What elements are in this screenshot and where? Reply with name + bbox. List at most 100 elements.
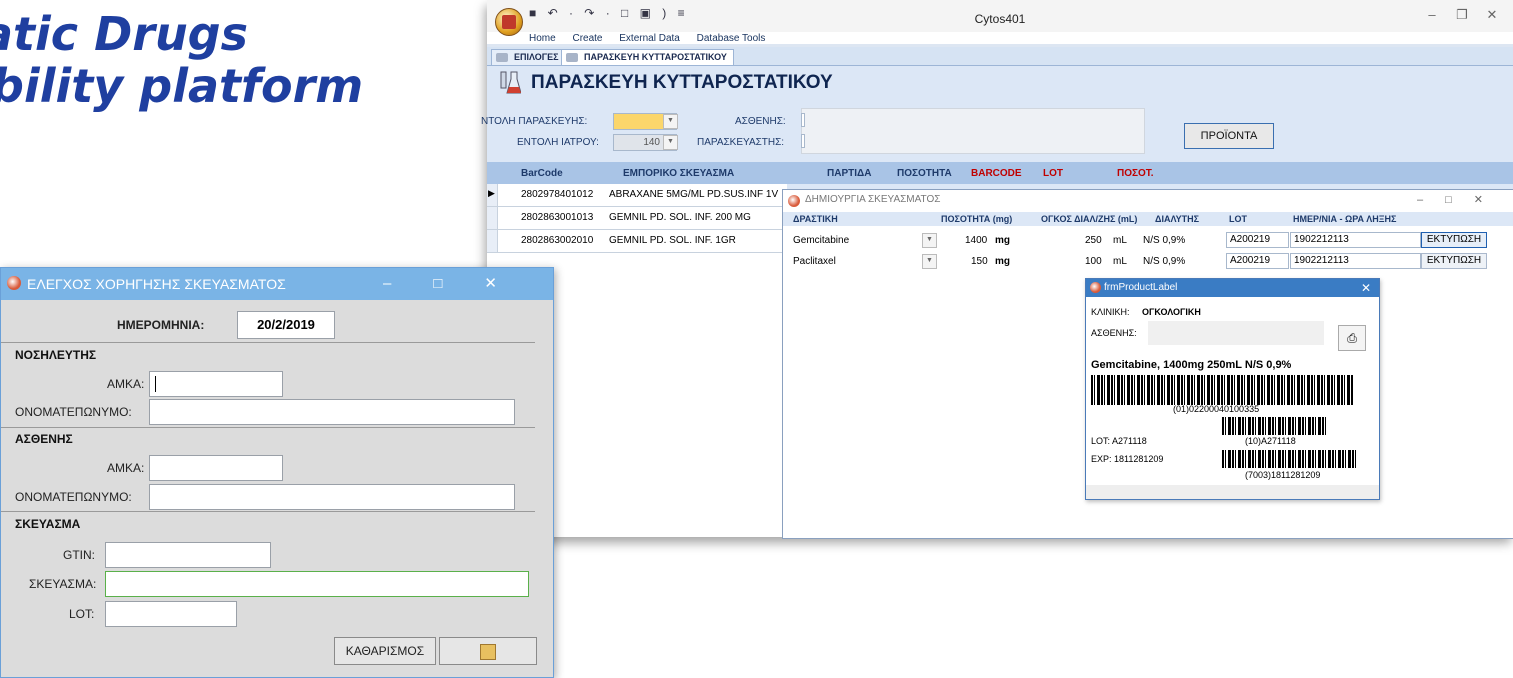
ribbon-tab-database-tools[interactable]: Database Tools bbox=[697, 33, 766, 44]
clear-button[interactable]: ΚΑΘΑΡΙΣΜΟΣ bbox=[334, 637, 436, 665]
col-barcode-red[interactable]: BARCODE bbox=[971, 168, 1022, 179]
col-quantity[interactable]: ΠΟΣΟΤΗΤΑ bbox=[897, 168, 952, 179]
nurse-amka-field[interactable] bbox=[149, 371, 283, 397]
administration-check-window: ΕΛΕΓΧΟΣ ΧΟΡΗΓΗΣΗΣ ΣΚΕΥΑΣΜΑΤΟΣ –□✕ ΗΜΕΡΟΜ… bbox=[0, 267, 554, 678]
expiry-field[interactable]: 1902212113 bbox=[1290, 253, 1421, 269]
cell-barcode: 2802863002010 bbox=[521, 235, 594, 246]
products-button[interactable]: ΠΡΟΪΟΝΤΑ bbox=[1184, 123, 1274, 149]
cell-product-name: GEMNIL PD. SOL. INF. 1GR bbox=[609, 235, 736, 246]
patient-amka-label: ΑΜΚΑ: bbox=[107, 461, 145, 475]
chevron-down-icon[interactable]: ▼ bbox=[922, 233, 937, 248]
print-button[interactable]: ΕΚΤΥΠΩΣΗ bbox=[1421, 232, 1487, 248]
volume-unit: mL bbox=[1113, 256, 1127, 267]
nurse-amka-label: ΑΜΚΑ: bbox=[107, 377, 145, 391]
preparer-label: ΠΑΡΑΣΚΕΥΑΣΤΗΣ: bbox=[697, 137, 785, 148]
slide-title-line-2: ability platform bbox=[0, 59, 364, 113]
doc-tab-preparation[interactable]: ΠΑΡΑΣΚΕΥΗ ΚΥΤΤΑΡΟΣΤΑΤΙΚΟΥ bbox=[561, 49, 734, 65]
qty-value[interactable]: 150 bbox=[971, 256, 988, 267]
volume-unit: mL bbox=[1113, 235, 1127, 246]
ribbon-tab-create[interactable]: Create bbox=[572, 33, 602, 44]
clinic-value: ΟΓΚΟΛΟΓΙΚΗ bbox=[1142, 307, 1201, 317]
gtin-field[interactable] bbox=[105, 542, 271, 568]
row-selector[interactable]: ▶ bbox=[487, 184, 498, 206]
prep-row: Gemcitabine ▼ 1400 mg 250 mL N/S 0,9% A2… bbox=[783, 230, 1513, 250]
table-row[interactable]: 2802863001013 GEMNIL PD. SOL. INF. 200 M… bbox=[487, 207, 787, 230]
label-body: ΚΛΙΝΙΚΗ: ΟΓΚΟΛΟΓΙΚΗ ΑΣΘΕΝΗΣ: ⎙ Gemcitabi… bbox=[1086, 297, 1379, 499]
cell-product-name: ABRAXANE 5MG/ML PD.SUS.INF 1V bbox=[609, 189, 779, 200]
volume-value[interactable]: 100 bbox=[1085, 256, 1102, 267]
row-selector[interactable] bbox=[487, 230, 498, 252]
check-window-controls[interactable]: –□✕ bbox=[383, 274, 539, 292]
exp-line: EXP: 1811281209 bbox=[1091, 454, 1164, 464]
window-title: Cytos401 bbox=[974, 12, 1026, 26]
patient-field bbox=[1148, 321, 1324, 345]
exp-code: (7003)1811281209 bbox=[1245, 470, 1321, 480]
table-row[interactable]: 2802863002010 GEMNIL PD. SOL. INF. 1GR bbox=[487, 230, 787, 253]
expiry-field[interactable]: 1902212113 bbox=[1290, 232, 1421, 248]
close-icon[interactable]: ✕ bbox=[1477, 7, 1507, 23]
doc-tab-options[interactable]: ΕΠΙΛΟΓΕΣ bbox=[491, 49, 566, 65]
chevron-down-icon[interactable]: ▼ bbox=[922, 254, 937, 269]
window-controls: – ❐ ✕ bbox=[1417, 7, 1507, 23]
check-window-title: ΕΛΕΓΧΟΣ ΧΟΡΗΓΗΣΗΣ ΣΚΕΥΑΣΜΑΤΟΣ bbox=[27, 276, 286, 292]
ribbon-tab-home[interactable]: Home bbox=[529, 33, 556, 44]
substance-name: Paclitaxel bbox=[793, 256, 836, 267]
label-window-title-bar: frmProductLabel ✕ bbox=[1086, 279, 1379, 297]
lot-field[interactable]: A200219 bbox=[1226, 253, 1289, 269]
ribbon-tab-external-data[interactable]: External Data bbox=[619, 33, 680, 44]
col-lot[interactable]: LOT bbox=[1043, 168, 1063, 179]
gtin-label: GTIN: bbox=[63, 548, 95, 562]
lot-field[interactable]: A200219 bbox=[1226, 232, 1289, 248]
table-row[interactable]: ▶ 2802978401012 ABRAXANE 5MG/ML PD.SUS.I… bbox=[487, 184, 787, 207]
preparer-field[interactable] bbox=[801, 134, 805, 148]
solvent-value: N/S 0,9% bbox=[1143, 235, 1186, 246]
date-label: ΗΜΕΡΟΜΗΝΙΑ: bbox=[117, 318, 205, 332]
check-window-title-bar: ΕΛΕΓΧΟΣ ΧΟΡΗΓΗΣΗΣ ΣΚΕΥΑΣΜΑΤΟΣ –□✕ bbox=[1, 268, 553, 300]
lot-barcode bbox=[1222, 417, 1326, 435]
row-selector[interactable] bbox=[487, 207, 498, 229]
print-button[interactable]: ΕΚΤΥΠΩΣΗ bbox=[1421, 253, 1487, 269]
patient-name-field[interactable] bbox=[149, 484, 515, 510]
volume-value[interactable]: 250 bbox=[1085, 235, 1102, 246]
date-field[interactable]: 20/2/2019 bbox=[237, 311, 335, 339]
product-line: Gemcitabine, 1400mg 250mL N/S 0,9% bbox=[1091, 359, 1292, 371]
slide-title-line-1: tatic Drugs bbox=[0, 7, 248, 61]
printer-icon[interactable]: ⎙ bbox=[1338, 325, 1366, 351]
prep-window-title: ΔΗΜΙΟΥΡΓΙΑ ΣΚΕΥΑΣΜΑΤΟΣ bbox=[805, 194, 941, 205]
minimize-icon[interactable]: – bbox=[1417, 7, 1447, 22]
chevron-down-icon[interactable]: ▼ bbox=[663, 114, 678, 129]
qty-value[interactable]: 1400 bbox=[965, 235, 987, 246]
lot-field[interactable] bbox=[105, 601, 237, 627]
chevron-down-icon[interactable]: ▼ bbox=[663, 135, 678, 150]
patient-amka-field[interactable] bbox=[149, 455, 283, 481]
col-batch[interactable]: ΠΑΡΤΙΔΑ bbox=[827, 168, 871, 179]
ribbon-tabs: Home Create External Data Database Tools bbox=[529, 33, 779, 44]
restore-icon[interactable]: ❐ bbox=[1447, 7, 1477, 23]
app-icon bbox=[1090, 282, 1101, 293]
col-barcode[interactable]: BarCode bbox=[521, 168, 563, 179]
nurse-name-field[interactable] bbox=[149, 399, 515, 425]
form-icon bbox=[496, 53, 508, 62]
lot-code: (10)A271118 bbox=[1245, 436, 1296, 446]
label-window-title: frmProductLabel bbox=[1104, 282, 1178, 293]
gtin-code: (01)02200040100335 bbox=[1173, 404, 1260, 414]
col-solvent: ΔΙΑΛΥΤΗΣ bbox=[1155, 214, 1200, 224]
grid-header: BarCode ΕΜΠΟΡΙΚΟ ΣΚΕΥΑΣΜΑ ΠΑΡΤΙΔΑ ΠΟΣΟΤΗ… bbox=[487, 162, 1513, 184]
patient-name-label: ΟΝΟΜΑΤΕΠΩΝΥΜΟ: bbox=[15, 490, 132, 504]
prep-window-controls[interactable]: –□✕ bbox=[1417, 193, 1505, 206]
patient-field[interactable] bbox=[801, 113, 805, 127]
gtin-barcode bbox=[1091, 375, 1354, 405]
patient-info-box bbox=[801, 108, 1145, 154]
exit-button[interactable] bbox=[439, 637, 537, 665]
cell-barcode: 2802978401012 bbox=[521, 189, 594, 200]
patient-label: ΑΣΘΕΝΗΣ: bbox=[735, 116, 786, 127]
patient-section-title: ΑΣΘΕΝΗΣ bbox=[15, 432, 73, 446]
document-tabs: ΕΠΙΛΟΓΕΣ ΠΑΡΑΣΚΕΥΗ ΚΥΤΤΑΡΟΣΤΑΤΙΚΟΥ bbox=[487, 47, 1513, 66]
prep-header-row: ΔΡΑΣΤΙΚΗ ΠΟΣΟΤΗΤΑ (mg) ΟΓΚΟΣ ΔΙΑΛ/ΖΗΣ (m… bbox=[783, 212, 1513, 226]
col-qty-red[interactable]: ΠΟΣΟΤ. bbox=[1117, 168, 1154, 179]
qty-unit: mg bbox=[995, 256, 1010, 267]
product-name-label: ΣΚΕΥΑΣΜΑ: bbox=[29, 577, 97, 591]
close-icon[interactable]: ✕ bbox=[1361, 281, 1371, 295]
col-product-name[interactable]: ΕΜΠΟΡΙΚΟ ΣΚΕΥΑΣΜΑ bbox=[623, 168, 734, 179]
product-name-field[interactable] bbox=[105, 571, 529, 597]
